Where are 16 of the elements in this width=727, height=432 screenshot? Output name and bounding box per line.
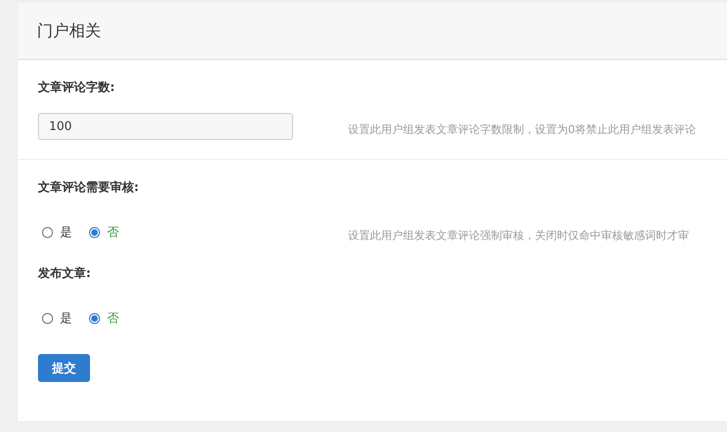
option-label: 否 [107, 310, 119, 326]
setting-hint: 设置此用户组发表文章评论强制审核，关闭时仅命中审核敏感词时才审 [348, 228, 689, 242]
setting-label: 发布文章: [38, 265, 92, 282]
radio-button[interactable] [89, 226, 100, 238]
radio-button[interactable] [42, 226, 53, 238]
option-label: 是 [60, 310, 72, 326]
option-label: 否 [107, 224, 119, 240]
setting-label: 文章评论字数: [38, 79, 116, 96]
radio-button[interactable] [89, 312, 100, 324]
radio-button[interactable] [42, 312, 53, 324]
option-label: 是 [60, 224, 72, 240]
setting-hint: 设置此用户组发表文章评论字数限制，设置为0将禁止此用户组发表评论 [348, 122, 696, 136]
submit-button[interactable]: 提交 [38, 354, 90, 382]
input-field[interactable]: 100 [38, 112, 293, 140]
setting-label: 文章评论需要审核: [38, 179, 140, 196]
panel-title: 门户相关 [37, 20, 101, 42]
